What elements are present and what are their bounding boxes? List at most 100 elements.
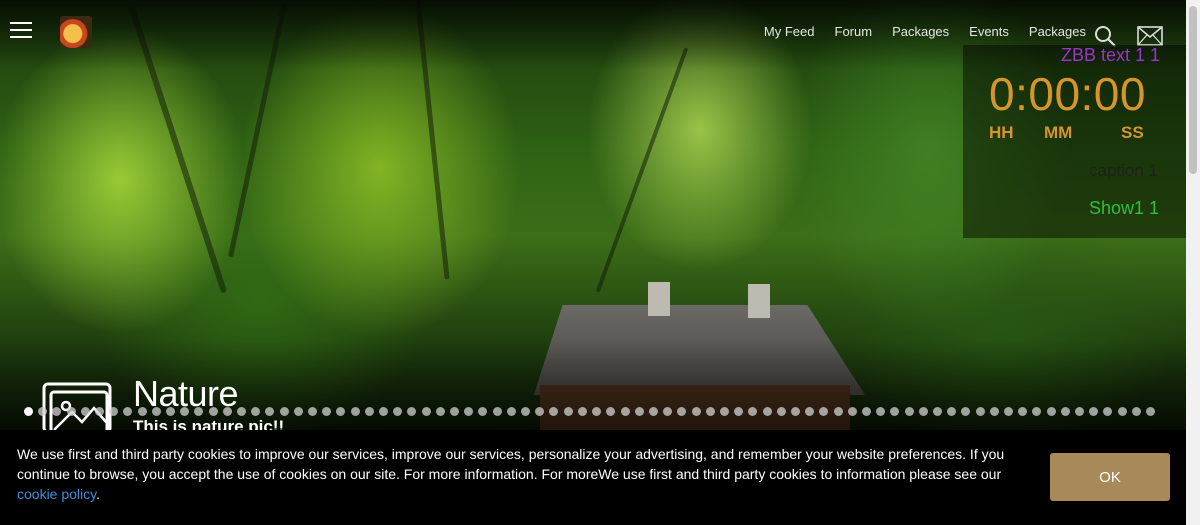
slider-dot[interactable] — [961, 407, 970, 416]
slider-dot[interactable] — [635, 407, 644, 416]
slider-dot[interactable] — [123, 407, 132, 416]
slider-dot[interactable] — [1103, 407, 1112, 416]
countdown-widget: ZBB text 1 1 0:00:00 HH MM SS caption 1 … — [963, 45, 1186, 238]
unit-hours: HH — [989, 123, 1014, 142]
slider-dot[interactable] — [1018, 407, 1027, 416]
slider-dot[interactable] — [351, 407, 360, 416]
page-scrollbar[interactable] — [1186, 0, 1200, 525]
slider-dot[interactable] — [194, 407, 203, 416]
slider-dot[interactable] — [1089, 407, 1098, 416]
slider-dot[interactable] — [464, 407, 473, 416]
slider-dot[interactable] — [805, 407, 814, 416]
slider-dot[interactable] — [209, 407, 218, 416]
slider-dot[interactable] — [692, 407, 701, 416]
slider-dot[interactable] — [535, 407, 544, 416]
slider-dot[interactable] — [24, 407, 33, 416]
slider-dot[interactable] — [1032, 407, 1041, 416]
slider-dot[interactable] — [1075, 407, 1084, 416]
slider-dot[interactable] — [763, 407, 772, 416]
slider-dot[interactable] — [649, 407, 658, 416]
accept-cookies-button[interactable]: OK — [1050, 453, 1170, 501]
nav-events[interactable]: Events — [969, 24, 1009, 39]
slider-dot[interactable] — [777, 407, 786, 416]
slider-dot[interactable] — [791, 407, 800, 416]
widget-caption: caption 1 — [1089, 161, 1158, 180]
cookie-text: We use first and third party cookies to … — [17, 446, 1005, 482]
slider-dot[interactable] — [1118, 407, 1127, 416]
top-nav: My Feed Forum Packages Events Packages — [764, 24, 1086, 39]
slider-dot[interactable] — [109, 407, 118, 416]
slider-dot[interactable] — [834, 407, 843, 416]
slider-dot[interactable] — [450, 407, 459, 416]
slider-dot[interactable] — [81, 407, 90, 416]
slider-dot[interactable] — [493, 407, 502, 416]
slider-dot[interactable] — [905, 407, 914, 416]
slider-dot[interactable] — [592, 407, 601, 416]
slider-dot[interactable] — [976, 407, 985, 416]
slider-dot[interactable] — [152, 407, 161, 416]
mail-icon[interactable] — [1137, 26, 1163, 46]
slider-dot[interactable] — [223, 407, 232, 416]
slider-dot[interactable] — [606, 407, 615, 416]
slider-dot[interactable] — [379, 407, 388, 416]
slider-dot[interactable] — [848, 407, 857, 416]
hamburger-icon[interactable] — [10, 22, 32, 40]
slider-dot[interactable] — [947, 407, 956, 416]
slider-dot[interactable] — [1047, 407, 1056, 416]
slider-dot[interactable] — [365, 407, 374, 416]
cookie-text-end: . — [96, 486, 101, 502]
widget-show-text[interactable]: Show1 1 — [1089, 198, 1159, 219]
nav-packages[interactable]: Packages — [892, 24, 949, 39]
nav-forum[interactable]: Forum — [835, 24, 873, 39]
slider-dot[interactable] — [38, 407, 47, 416]
slider-dot[interactable] — [549, 407, 558, 416]
slider-dot[interactable] — [336, 407, 345, 416]
slider-dot[interactable] — [621, 407, 630, 416]
slider-dot[interactable] — [564, 407, 573, 416]
slider-dot[interactable] — [933, 407, 942, 416]
slider-dot[interactable] — [890, 407, 899, 416]
scrollbar-thumb[interactable] — [1189, 6, 1197, 174]
slider-dot[interactable] — [734, 407, 743, 416]
nav-packages-2[interactable]: Packages — [1029, 24, 1086, 39]
slider-dot[interactable] — [720, 407, 729, 416]
slider-dot[interactable] — [1061, 407, 1070, 416]
slider-dot[interactable] — [748, 407, 757, 416]
cookie-policy-link[interactable]: cookie policy — [17, 486, 96, 502]
slider-dot[interactable] — [407, 407, 416, 416]
slider-dot[interactable] — [308, 407, 317, 416]
slider-dot[interactable] — [52, 407, 61, 416]
slider-dot[interactable] — [819, 407, 828, 416]
slider-dot[interactable] — [67, 407, 76, 416]
slider-dot[interactable] — [990, 407, 999, 416]
slider-dot[interactable] — [1132, 407, 1141, 416]
slider-dot[interactable] — [422, 407, 431, 416]
search-icon[interactable] — [1094, 25, 1116, 47]
slider-dot[interactable] — [663, 407, 672, 416]
slider-dot[interactable] — [1146, 407, 1155, 416]
slider-dot[interactable] — [237, 407, 246, 416]
slider-dot[interactable] — [95, 407, 104, 416]
slider-dot[interactable] — [521, 407, 530, 416]
slider-dot[interactable] — [862, 407, 871, 416]
slider-dot[interactable] — [507, 407, 516, 416]
slider-dot[interactable] — [280, 407, 289, 416]
slider-dot[interactable] — [1004, 407, 1013, 416]
slider-dot[interactable] — [138, 407, 147, 416]
slider-dot[interactable] — [706, 407, 715, 416]
slider-dot[interactable] — [677, 407, 686, 416]
slider-dot[interactable] — [265, 407, 274, 416]
slider-dot[interactable] — [322, 407, 331, 416]
slider-dot[interactable] — [393, 407, 402, 416]
slider-dot[interactable] — [578, 407, 587, 416]
site-logo[interactable] — [60, 16, 92, 48]
slider-dot[interactable] — [294, 407, 303, 416]
nav-my-feed[interactable]: My Feed — [764, 24, 815, 39]
slider-dot[interactable] — [478, 407, 487, 416]
slider-dot[interactable] — [876, 407, 885, 416]
slider-dot[interactable] — [166, 407, 175, 416]
slider-dot[interactable] — [251, 407, 260, 416]
slider-dot[interactable] — [919, 407, 928, 416]
slider-dot[interactable] — [436, 407, 445, 416]
slider-dot[interactable] — [180, 407, 189, 416]
